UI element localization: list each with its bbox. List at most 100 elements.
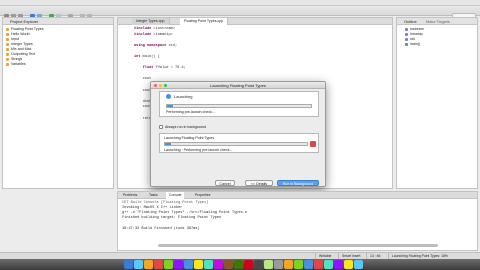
outline-tab[interactable]: Outline Make Targets xyxy=(397,18,477,25)
tree-item-label: Variables xyxy=(11,62,26,66)
folder-icon xyxy=(6,32,9,36)
cancel-button[interactable]: Cancel xyxy=(215,180,235,186)
progress-label: Performing pre-launch check... xyxy=(166,110,215,114)
outline-item-label: iostream xyxy=(410,27,424,31)
task-section: Launching Floating Point Types Launching… xyxy=(159,133,319,153)
dock-app-icon[interactable] xyxy=(224,260,233,269)
outline-item[interactable]: main() xyxy=(405,42,420,47)
run-in-background-button[interactable]: Run in Background xyxy=(277,180,319,186)
tab-properties[interactable]: Properties xyxy=(192,192,213,199)
code-line: doub xyxy=(134,99,152,104)
code-line: #include <iomanip> xyxy=(134,32,173,37)
status-bar: Writable Smart Insert 13 : 46 Launching … xyxy=(0,252,480,260)
folder-icon xyxy=(6,52,9,56)
tab-integer-types[interactable]: Integer Types.cpp xyxy=(132,18,170,25)
dialog-title: Launching Floating Point Types xyxy=(210,83,266,88)
console-scrollbar[interactable] xyxy=(158,244,438,247)
console-header: CDT Build Console [Floating Point Types] xyxy=(122,201,209,205)
dock-app-icon[interactable] xyxy=(294,260,303,269)
tab-tasks[interactable]: Tasks xyxy=(146,192,161,199)
dock-app-icon[interactable] xyxy=(304,260,313,269)
folder-icon xyxy=(6,27,9,31)
dock-app-icon[interactable] xyxy=(124,260,133,269)
launch-progress-section: Launching Performing pre-launch check... xyxy=(159,91,319,117)
dock-app-icon[interactable] xyxy=(234,260,243,269)
tree-item-label: Mix and Max xyxy=(11,47,32,51)
task-progress-fill xyxy=(165,143,171,145)
details-button[interactable]: << Details xyxy=(245,180,273,186)
editor-tabs: Integer Types.cpp Floating Point Types.c… xyxy=(118,18,392,25)
dock-app-icon[interactable] xyxy=(194,260,203,269)
tab-floating-point-types[interactable]: Floating Point Types.cpp xyxy=(180,18,229,25)
dock-app-icon[interactable] xyxy=(344,260,353,269)
dock-app-icon[interactable] xyxy=(254,260,263,269)
tab-console[interactable]: Console xyxy=(166,192,185,199)
dock-app-icon[interactable] xyxy=(284,260,293,269)
tree-item-label: Integer Types xyxy=(11,42,33,46)
code-line: float fValue = 76.4; xyxy=(142,66,186,71)
outline-panel: Outline Make Targets iostream iomanip std m… xyxy=(396,17,478,189)
dock-app-icon[interactable] xyxy=(264,260,273,269)
tree-item-label: Outputting Text xyxy=(11,52,36,56)
dock-app-icon[interactable] xyxy=(164,260,173,269)
make-targets-tab-label[interactable]: Make Targets xyxy=(426,19,450,24)
dock-app-icon[interactable] xyxy=(184,260,193,269)
code-line: #include <iostream> xyxy=(134,27,175,31)
dock-app-icon[interactable] xyxy=(354,260,363,269)
zoom-icon[interactable] xyxy=(164,84,167,87)
folder-icon xyxy=(6,47,9,51)
launch-icon xyxy=(166,94,171,99)
tree-item-label: Strings xyxy=(11,57,23,61)
console-output: Invoking: MacOS X C++ Linker g++ -o "Floa… xyxy=(118,206,477,246)
folder-icon xyxy=(6,57,9,61)
launch-dialog: Launching Floating Point Types Launching… xyxy=(150,81,326,187)
outline-tree: iostream iomanip std main() xyxy=(397,27,477,67)
main-toolbar xyxy=(0,6,480,20)
outline-item-label: main() xyxy=(410,42,421,46)
console-panel: Problems Tasks Console Properties CDT Bu… xyxy=(117,191,478,251)
outline-item-icon xyxy=(405,42,408,46)
dock-app-icon[interactable] xyxy=(274,260,283,269)
code-line: cout xyxy=(134,88,152,93)
dock-app-icon[interactable] xyxy=(334,260,343,269)
project-explorer-tab[interactable]: Project Explorer xyxy=(3,18,113,25)
dock-app-icon[interactable] xyxy=(214,260,223,269)
console-line: Finished building target: Floating Point… xyxy=(122,216,222,221)
folder-icon xyxy=(6,42,9,46)
launch-progress-fill xyxy=(167,105,173,107)
launch-progress-bar xyxy=(166,104,312,108)
tab-problems[interactable]: Problems xyxy=(120,192,140,199)
dock-app-icon[interactable] xyxy=(144,260,153,269)
tree-item-label: Hello World xyxy=(11,32,30,36)
background-checkbox-row[interactable]: Always run in background xyxy=(159,125,206,129)
tree-item[interactable]: Variables xyxy=(6,62,26,67)
tree-item-label: Input xyxy=(11,37,19,41)
dock-app-icon[interactable] xyxy=(154,260,163,269)
task-progress-bar xyxy=(164,142,308,146)
task-label: Launching : Performing pre-launch check.… xyxy=(164,148,233,152)
outline-item-icon xyxy=(405,37,408,41)
dock-app-icon[interactable] xyxy=(204,260,213,269)
console-tabs: Problems Tasks Console Properties xyxy=(118,192,477,199)
close-icon[interactable] xyxy=(154,84,157,87)
code-line: cout xyxy=(134,105,152,110)
code-line: cout xyxy=(134,77,152,82)
outline-item-icon xyxy=(405,32,408,36)
dock-app-icon[interactable] xyxy=(174,260,183,269)
console-line: Invoking: MacOS X C++ Linker xyxy=(122,206,183,210)
code-line: retu xyxy=(134,116,152,121)
outline-item-label: std xyxy=(410,37,415,41)
project-explorer: Project Explorer Floating Point Types Hel… xyxy=(2,17,114,189)
dock-app-icon[interactable] xyxy=(324,260,333,269)
background-checkbox[interactable] xyxy=(159,125,163,129)
stop-task-icon[interactable] xyxy=(310,141,316,147)
project-tree: Floating Point Types Hello World Input Inte… xyxy=(3,27,113,97)
tree-item-label: Floating Point Types xyxy=(11,27,44,31)
console-line: g++ -o "Floating Point Types" ./src/Floa… xyxy=(122,211,248,216)
outline-item-icon xyxy=(405,27,408,31)
dock-app-icon[interactable] xyxy=(244,260,253,269)
dock-app-icon[interactable] xyxy=(314,260,323,269)
code-line: int main() { xyxy=(134,55,160,59)
dock-app-icon[interactable] xyxy=(134,260,143,269)
minimize-icon[interactable] xyxy=(159,84,162,87)
